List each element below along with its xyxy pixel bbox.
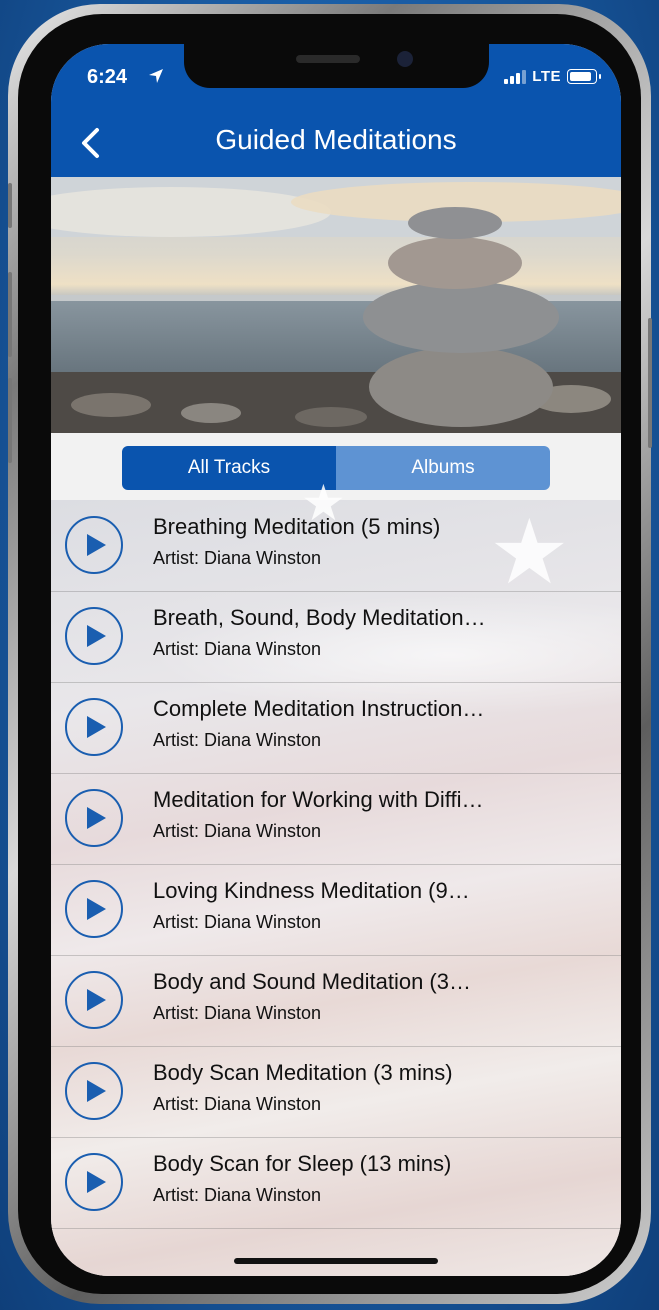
play-button[interactable] — [65, 607, 123, 665]
play-button[interactable] — [65, 880, 123, 938]
play-icon — [87, 807, 106, 829]
play-button[interactable] — [65, 1062, 123, 1120]
track-row[interactable]: Meditation for Working with Diffi… Artis… — [51, 773, 621, 865]
track-row[interactable]: Body Scan Meditation (3 mins) Artist: Di… — [51, 1046, 621, 1138]
volume-up-button — [8, 272, 12, 357]
track-title: Body Scan Meditation (3 mins) — [153, 1060, 453, 1085]
tab-albums[interactable]: Albums — [336, 446, 550, 490]
track-title: Loving Kindness Meditation (9… — [153, 878, 470, 903]
track-artist: Artist: Diana Winston — [153, 821, 322, 841]
track-row[interactable]: Body Scan for Sleep (13 mins) Artist: Di… — [51, 1137, 621, 1229]
signal-bars-icon — [504, 69, 527, 84]
power-button — [648, 318, 652, 448]
nav-header: 6:24 LTE Guided Meditations — [51, 44, 621, 177]
stones-illustration — [51, 177, 621, 433]
track-title: Breath, Sound, Body Meditation… — [153, 605, 486, 630]
track-list: ★ ★ Breathing Meditation (5 mins) Artist… — [51, 478, 621, 1276]
hero-image-stacked-stones — [51, 177, 621, 433]
play-icon — [87, 625, 106, 647]
track-row[interactable]: Breath, Sound, Body Meditation… Artist: … — [51, 591, 621, 683]
play-icon — [87, 898, 106, 920]
play-icon — [87, 1080, 106, 1102]
play-button[interactable] — [65, 516, 123, 574]
play-icon — [87, 716, 106, 738]
track-title: Breathing Meditation (5 mins) — [153, 514, 441, 539]
track-row[interactable]: Breathing Meditation (5 mins) Artist: Di… — [51, 500, 621, 592]
home-indicator[interactable] — [234, 1258, 438, 1264]
volume-down-button — [8, 378, 12, 463]
track-artist: Artist: Diana Winston — [153, 1003, 322, 1023]
app-screen: 6:24 LTE Guided Meditations All Tracks A… — [51, 44, 621, 1276]
track-title: Meditation for Working with Diffi… — [153, 787, 484, 812]
track-artist: Artist: Diana Winston — [153, 912, 322, 932]
track-title: Body Scan for Sleep (13 mins) — [153, 1151, 452, 1176]
location-arrow-icon — [148, 68, 164, 89]
track-title: Complete Meditation Instruction… — [153, 696, 485, 721]
play-button[interactable] — [65, 789, 123, 847]
track-artist: Artist: Diana Winston — [153, 730, 322, 750]
track-artist: Artist: Diana Winston — [153, 639, 322, 659]
status-indicators: LTE — [504, 68, 601, 85]
track-artist: Artist: Diana Winston — [153, 548, 322, 568]
track-title: Body and Sound Meditation (3… — [153, 969, 471, 994]
silent-switch — [8, 183, 12, 228]
play-button[interactable] — [65, 971, 123, 1029]
track-row[interactable]: Loving Kindness Meditation (9… Artist: D… — [51, 864, 621, 956]
track-row[interactable]: Complete Meditation Instruction… Artist:… — [51, 682, 621, 774]
track-artist: Artist: Diana Winston — [153, 1185, 322, 1205]
track-row[interactable]: Body and Sound Meditation (3… Artist: Di… — [51, 955, 621, 1047]
front-camera — [397, 51, 413, 67]
speaker-grille — [296, 55, 360, 63]
play-button[interactable] — [65, 1153, 123, 1211]
network-type: LTE — [532, 68, 561, 85]
play-button[interactable] — [65, 698, 123, 756]
battery-icon — [567, 69, 601, 84]
page-title: Guided Meditations — [215, 124, 457, 155]
device-notch — [184, 44, 489, 88]
track-artist: Artist: Diana Winston — [153, 1094, 322, 1114]
play-icon — [87, 1171, 106, 1193]
play-icon — [87, 989, 106, 1011]
play-icon — [87, 534, 106, 556]
status-time: 6:24 — [87, 66, 128, 88]
